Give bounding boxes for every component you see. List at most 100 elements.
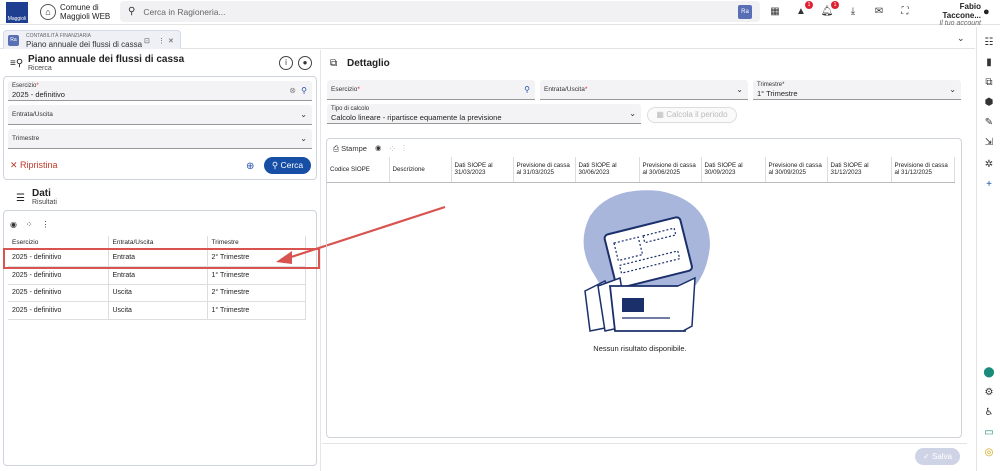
table-row[interactable]: 2025 - definitivo Uscita 2° Trimestre — [8, 284, 306, 302]
column-header[interactable]: Previsione di cassa al 31/12/2025 — [891, 157, 955, 183]
gear-icon[interactable]: ⚙ — [983, 387, 995, 399]
add-icon[interactable]: + — [983, 179, 995, 191]
detail-entrata-uscita-select[interactable]: Entrata/Uscita* ⌄ — [540, 80, 748, 100]
esercizio-field[interactable]: Esercizio* 2025 - definitivo ⊗ ⚲ — [8, 81, 312, 101]
detail-trimestre-label: Trimestre* — [757, 82, 785, 88]
zoom-icon[interactable]: ⊕ — [246, 161, 254, 172]
network-icon[interactable]: ✲ — [983, 159, 995, 171]
edit-icon[interactable]: ✎ — [983, 117, 995, 129]
column-header[interactable]: Previsione di cassa al 30/09/2025 — [765, 157, 828, 183]
calcola-periodo-label: Calcola il periodo — [666, 110, 728, 119]
tipo-calcolo-select[interactable]: Tipo di calcolo Calcolo lineare - ripart… — [327, 104, 641, 124]
cell: 2025 - definitivo — [8, 301, 109, 320]
print-icon[interactable]: ⎙ — [333, 144, 339, 153]
columns-icon[interactable]: ⁘ — [390, 144, 395, 153]
help-icon[interactable]: ◎ — [983, 447, 995, 459]
column-header[interactable]: Dati SIOPE al 31/03/2023 — [451, 157, 514, 183]
detail-toolbar: ⎙ Stampe ◉ ⁘ ⋮ — [333, 144, 405, 154]
copy-icon[interactable]: ⧉ — [983, 77, 995, 89]
reset-button[interactable]: ✕ Ripristina — [10, 160, 58, 171]
app-name: Comune di Maggioli WEB — [60, 3, 110, 21]
tab-category: CONTABILITÀ FINANZIARIA — [26, 33, 91, 39]
cell: 2025 - definitivo — [8, 266, 109, 285]
eye-icon[interactable]: ◉ — [375, 144, 381, 153]
eye-icon[interactable]: ◉ — [10, 220, 17, 229]
bookmark-icon[interactable]: ▮ — [983, 57, 995, 69]
pin-icon[interactable]: ⊡ — [144, 37, 150, 45]
download-icon[interactable]: ⤓ — [846, 5, 860, 19]
more-icon[interactable]: ⋮ — [158, 37, 165, 45]
list-icon: ☰ — [16, 193, 25, 204]
column-header[interactable]: Previsione di cassa al 31/03/2025 — [513, 157, 576, 183]
column-header[interactable]: Previsione di cassa al 30/06/2025 — [639, 157, 702, 183]
detail-esercizio-label: Esercizio* — [331, 86, 360, 93]
home-icon: ⌂ — [45, 7, 51, 17]
trimestre-select[interactable]: Trimestre ⌄ — [8, 129, 312, 149]
column-header[interactable]: Dati SIOPE al 30/06/2023 — [575, 157, 640, 183]
bell-icon[interactable]: 🔔︎ 1 — [820, 1, 839, 19]
user-account[interactable]: Fabio Taccone... Il tuo account — [923, 2, 981, 27]
chat-icon[interactable]: ▭ — [983, 427, 995, 439]
home-button[interactable]: ⌂ — [40, 4, 56, 20]
app-logo[interactable]: Maggioli — [6, 2, 28, 23]
app-name-line1: Comune di — [60, 3, 99, 12]
stampe-button[interactable]: Stampe — [341, 144, 367, 153]
record-icon[interactable]: ● — [298, 56, 312, 70]
empty-state-illustration — [583, 190, 710, 332]
results-title: Dati — [32, 188, 51, 199]
column-header[interactable]: Codice SIOPE — [327, 157, 390, 183]
save-button[interactable]: ✓ Salva — [915, 448, 960, 465]
chevron-down-icon: ⌄ — [300, 110, 307, 119]
table-row[interactable]: 2025 - definitivo Entrata 1° Trimestre — [8, 266, 306, 285]
detail-table: Codice SIOPE Descrizione Dati SIOPE al 3… — [327, 157, 955, 183]
more-icon[interactable]: ⋮ — [403, 144, 405, 153]
column-header[interactable]: Dati SIOPE al 30/09/2023 — [701, 157, 766, 183]
accessibility-icon[interactable]: ♿︎ — [983, 407, 995, 419]
search-button[interactable]: ⚲ Cerca — [264, 157, 311, 174]
info-icon[interactable]: i — [279, 56, 293, 70]
account-icon[interactable]: ● — [983, 6, 995, 18]
warning-icon[interactable]: ▲ 1 — [794, 1, 813, 19]
column-header[interactable]: Descrizione — [389, 157, 452, 183]
entrata-uscita-select[interactable]: Entrata/Uscita ⌄ — [8, 105, 312, 125]
cell: Entrata — [108, 266, 208, 285]
footer-divider — [322, 443, 967, 444]
cell: 1° Trimestre — [207, 301, 306, 320]
cell: 2° Trimestre — [207, 284, 306, 302]
columns-icon[interactable]: ⁘ — [26, 220, 33, 229]
mail-icon[interactable]: ✉ — [872, 5, 886, 19]
chevron-down-icon[interactable]: ⌄ — [957, 33, 965, 44]
tab-piano-annuale[interactable]: Ra CONTABILITÀ FINANZIARIA Piano annuale… — [3, 30, 181, 49]
results-subtitle: Risultati — [32, 199, 57, 206]
esercizio-label: Esercizio* — [12, 83, 39, 89]
chevron-down-icon: ⌄ — [736, 85, 743, 94]
calcola-periodo-button[interactable]: ▦ Calcola il periodo — [647, 107, 737, 123]
dashboard-icon[interactable]: ▦ — [768, 5, 782, 19]
column-header[interactable]: Dati SIOPE al 31/12/2023 — [827, 157, 892, 183]
table-row[interactable]: 2025 - definitivo Uscita 1° Trimestre — [8, 301, 306, 320]
search-icon[interactable]: ⚲ — [301, 86, 307, 95]
tag-icon[interactable]: ⬢ — [983, 97, 995, 109]
app-switch-icon[interactable]: Ra — [738, 5, 752, 19]
cell: 1° Trimestre — [207, 266, 306, 285]
save-label: Salva — [931, 452, 952, 461]
global-search[interactable]: ⚲ Cerca in Ragioneria... — [120, 1, 760, 22]
cell: 2025 - definitivo — [8, 284, 109, 302]
esercizio-value: 2025 - definitivo — [12, 90, 65, 99]
location-icon[interactable]: ⬤ — [983, 367, 995, 379]
clear-icon[interactable]: ⊗ — [289, 86, 296, 95]
detail-esercizio-field[interactable]: Esercizio* ⚲ — [327, 80, 535, 100]
fullscreen-icon[interactable]: ⛶ — [898, 5, 912, 19]
chevron-down-icon: ⌄ — [300, 134, 307, 143]
close-icon[interactable]: ✕ — [168, 37, 174, 45]
search-list-icon: ≡⚲ — [10, 58, 24, 69]
cell: Uscita — [108, 284, 208, 302]
tipo-calcolo-label: Tipo di calcolo — [331, 106, 370, 112]
detail-trimestre-select[interactable]: Trimestre* 1° Trimestre ⌄ — [753, 80, 961, 100]
more-icon[interactable]: ⋮ — [41, 220, 49, 229]
export-icon[interactable]: ⇲ — [983, 137, 995, 149]
search-icon[interactable]: ⚲ — [524, 85, 530, 94]
logo-text: Maggioli — [7, 16, 27, 22]
list-icon[interactable]: ☷ — [983, 37, 995, 49]
search-placeholder: Cerca in Ragioneria... — [143, 6, 226, 17]
